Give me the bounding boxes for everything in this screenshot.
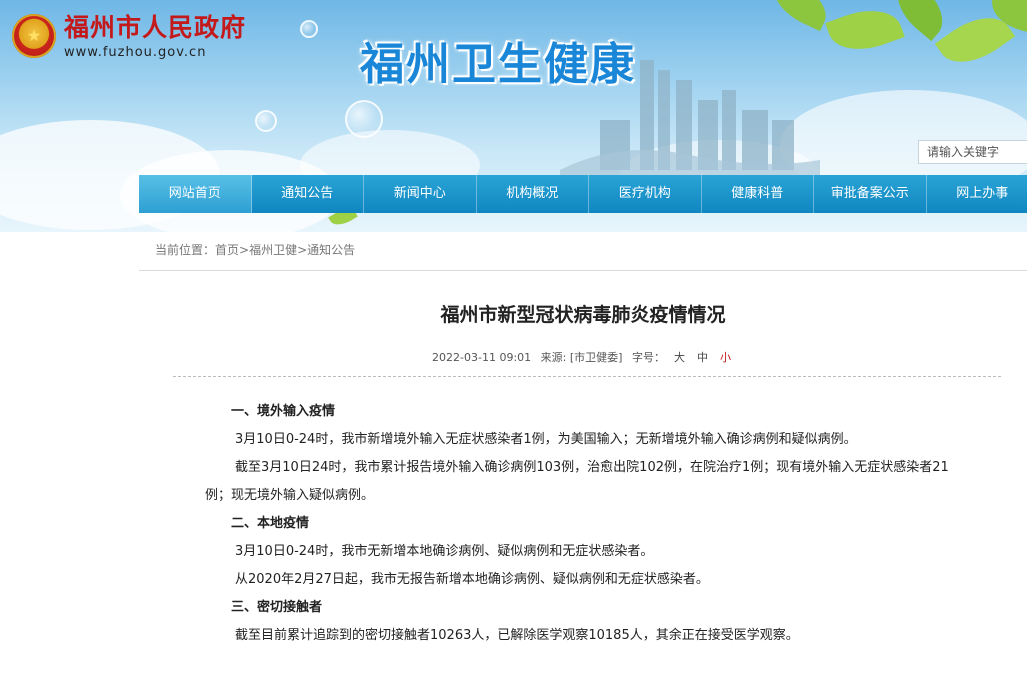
breadcrumb-divider	[139, 270, 1027, 271]
main-nav: 网站首页 通知公告 新闻中心 机构概况 医疗机构 健康科普 审批备案公示 网上办…	[139, 175, 1027, 213]
breadcrumb-link-home[interactable]: 首页	[215, 243, 239, 257]
nav-item-about[interactable]: 机构概况	[477, 175, 589, 213]
breadcrumb-separator: >	[297, 243, 308, 257]
nav-item-online-services[interactable]: 网上办事	[927, 175, 1027, 213]
font-size-large-link[interactable]: 大	[674, 351, 685, 364]
national-emblem-icon: ★	[12, 14, 56, 58]
nav-item-home[interactable]: 网站首页	[139, 175, 252, 213]
section-heading: 二、本地疫情	[231, 516, 310, 531]
nav-item-approval-disclosure[interactable]: 审批备案公示	[814, 175, 927, 213]
star-icon: ★	[26, 26, 42, 45]
breadcrumb-prefix: 当前位置：	[155, 243, 216, 257]
nav-item-health-science[interactable]: 健康科普	[702, 175, 814, 213]
bubble-decoration	[255, 110, 277, 132]
nav-item-notices[interactable]: 通知公告	[252, 175, 364, 213]
breadcrumb-link-notices[interactable]: 通知公告	[307, 243, 355, 257]
font-size-label: 字号：	[631, 351, 665, 364]
breadcrumb: 当前位置：首页>福州卫健>通知公告	[155, 242, 355, 258]
gov-logo[interactable]: ★ 福州市人民政府 www.fuzhou.gov.cn	[12, 14, 246, 62]
search-input[interactable]	[918, 140, 1027, 164]
leaf-decoration	[765, 0, 835, 32]
paragraph: 3月10日0-24时，我市新增境外输入无症状感染者1例，为美国输入；无新增境外输…	[235, 432, 857, 447]
article-source: 来源: [市卫健委]	[540, 351, 623, 364]
font-size-small-link[interactable]: 小	[720, 351, 731, 364]
nav-item-medical-institutions[interactable]: 医疗机构	[589, 175, 702, 213]
section-heading: 一、境外输入疫情	[231, 404, 336, 419]
section-heading: 三、密切接触者	[231, 600, 323, 615]
breadcrumb-separator: >	[239, 243, 250, 257]
breadcrumb-link-fuzhou-health[interactable]: 福州卫健	[249, 243, 297, 257]
article-date: 2022-03-11 09:01	[432, 351, 532, 364]
nav-item-news[interactable]: 新闻中心	[364, 175, 477, 213]
bubble-decoration	[345, 100, 383, 138]
article-body: 一、境外输入疫情 3月10日0-24时，我市新增境外输入无症状感染者1例，为美国…	[205, 398, 965, 650]
site-title: 福州卫生健康	[360, 39, 636, 90]
article-meta: 2022-03-11 09:01 来源: [市卫健委] 字号： 大中小	[139, 350, 1027, 366]
article-title: 福州市新型冠状病毒肺炎疫情情况	[440, 304, 726, 326]
gov-url: www.fuzhou.gov.cn	[64, 45, 207, 60]
bubble-decoration	[300, 20, 318, 38]
paragraph: 3月10日0-24时，我市无新增本地确诊病例、疑似病例和无症状感染者。	[235, 544, 654, 559]
paragraph: 从2020年2月27日起，我市无报告新增本地确诊病例、疑似病例和无症状感染者。	[235, 572, 709, 587]
gov-title: 福州市人民政府	[64, 13, 247, 42]
paragraph: 截至目前累计追踪到的密切接触者10263人，已解除医学观察10185人，其余正在…	[235, 628, 799, 643]
font-size-medium-link[interactable]: 中	[697, 351, 708, 364]
paragraph: 截至3月10日24时，我市累计报告境外输入确诊病例103例，治愈出院102例，在…	[205, 460, 949, 503]
content-panel: 当前位置：首页>福州卫健>通知公告 福州市新型冠状病毒肺炎疫情情况 2022-0…	[139, 232, 1027, 675]
leaf-decoration	[825, 0, 905, 61]
meta-divider	[173, 376, 1001, 377]
